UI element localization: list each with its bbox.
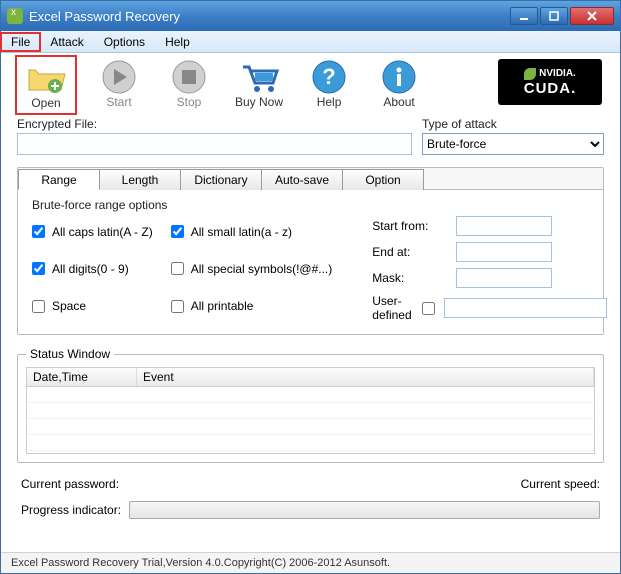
startfrom-input[interactable] bbox=[456, 216, 552, 236]
titlebar: Excel Password Recovery bbox=[1, 1, 620, 31]
open-button[interactable]: Open bbox=[19, 59, 73, 111]
buy-label: Buy Now bbox=[235, 95, 283, 109]
col-datetime[interactable]: Date,Time bbox=[27, 368, 137, 386]
maximize-button[interactable] bbox=[540, 7, 568, 25]
nvidia-text: NVIDIA. bbox=[524, 68, 576, 80]
help-label: Help bbox=[317, 95, 342, 109]
menu-attack[interactable]: Attack bbox=[40, 33, 93, 51]
cuda-text: CUDA. bbox=[524, 80, 577, 97]
userdef-checkbox[interactable] bbox=[422, 302, 435, 315]
info-icon bbox=[375, 59, 423, 95]
chk-allspecial[interactable]: All special symbols(!@#...) bbox=[167, 253, 333, 284]
status-window: Status Window Date,Time Event bbox=[17, 347, 604, 463]
menu-options[interactable]: Options bbox=[94, 33, 155, 51]
table-row bbox=[27, 387, 594, 403]
mask-label: Mask: bbox=[372, 271, 450, 285]
table-row bbox=[27, 403, 594, 419]
window-title: Excel Password Recovery bbox=[29, 9, 510, 24]
statusbar: Excel Password Recovery Trial,Version 4.… bbox=[1, 552, 620, 573]
tab-option[interactable]: Option bbox=[342, 169, 424, 190]
tab-dictionary[interactable]: Dictionary bbox=[180, 169, 262, 190]
stop-icon bbox=[165, 59, 213, 95]
menu-help[interactable]: Help bbox=[155, 33, 200, 51]
about-label: About bbox=[383, 95, 414, 109]
menubar: File Attack Options Help bbox=[1, 31, 620, 53]
stop-label: Stop bbox=[177, 95, 202, 109]
menu-file[interactable]: File bbox=[1, 33, 40, 51]
status-rows bbox=[27, 387, 594, 453]
cart-icon bbox=[235, 59, 283, 95]
help-icon: ? bbox=[305, 59, 353, 95]
minimize-button[interactable] bbox=[510, 7, 538, 25]
userdef-label: User-defined bbox=[372, 294, 411, 322]
startfrom-label: Start from: bbox=[372, 219, 450, 233]
app-icon bbox=[7, 8, 23, 24]
encrypted-file-label: Encrypted File: bbox=[17, 117, 412, 131]
app-window: Excel Password Recovery File Attack Opti… bbox=[0, 0, 621, 574]
chk-alldigits[interactable]: All digits(0 - 9) bbox=[28, 253, 153, 284]
encrypted-file-input[interactable] bbox=[17, 133, 412, 155]
chk-space[interactable]: Space bbox=[28, 291, 153, 322]
range-legend: Brute-force range options bbox=[32, 198, 593, 212]
svg-text:?: ? bbox=[322, 64, 335, 89]
table-row bbox=[27, 419, 594, 435]
about-button[interactable]: About bbox=[375, 59, 423, 109]
chk-allcaps[interactable]: All caps latin(A - Z) bbox=[28, 216, 153, 247]
table-row bbox=[27, 435, 594, 451]
attack-type-label: Type of attack bbox=[422, 117, 604, 131]
options-tabs: Range Length Dictionary Auto-save Option… bbox=[17, 167, 604, 335]
attack-type-select[interactable]: Brute-force bbox=[422, 133, 604, 155]
open-label: Open bbox=[31, 96, 60, 110]
endat-input[interactable] bbox=[456, 242, 552, 262]
close-button[interactable] bbox=[570, 7, 614, 25]
chk-allsmall[interactable]: All small latin(a - z) bbox=[167, 216, 333, 247]
col-event[interactable]: Event bbox=[137, 368, 594, 386]
start-button[interactable]: Start bbox=[95, 59, 143, 109]
status-table: Date,Time Event bbox=[26, 367, 595, 454]
endat-label: End at: bbox=[372, 245, 450, 259]
tab-range[interactable]: Range bbox=[18, 169, 100, 190]
content-area: Encrypted File: Type of attack Brute-for… bbox=[1, 115, 620, 552]
current-speed-label: Current speed: bbox=[521, 477, 600, 491]
stop-button[interactable]: Stop bbox=[165, 59, 213, 109]
toolbar: Open Start Stop Buy Now ? Help bbox=[1, 53, 620, 115]
start-label: Start bbox=[106, 95, 131, 109]
progress-bar bbox=[129, 501, 600, 519]
nvidia-cuda-badge: NVIDIA. CUDA. bbox=[498, 59, 602, 105]
folder-open-icon bbox=[22, 60, 70, 96]
chk-printable[interactable]: All printable bbox=[167, 291, 333, 322]
buy-now-button[interactable]: Buy Now bbox=[235, 59, 283, 109]
mask-input[interactable] bbox=[456, 268, 552, 288]
status-legend: Status Window bbox=[26, 347, 114, 361]
tab-length[interactable]: Length bbox=[99, 169, 181, 190]
help-button[interactable]: ? Help bbox=[305, 59, 353, 109]
progress-label: Progress indicator: bbox=[21, 503, 121, 517]
userdef-input[interactable] bbox=[444, 298, 607, 318]
current-password-label: Current password: bbox=[21, 477, 119, 491]
tab-autosave[interactable]: Auto-save bbox=[261, 169, 343, 190]
play-icon bbox=[95, 59, 143, 95]
